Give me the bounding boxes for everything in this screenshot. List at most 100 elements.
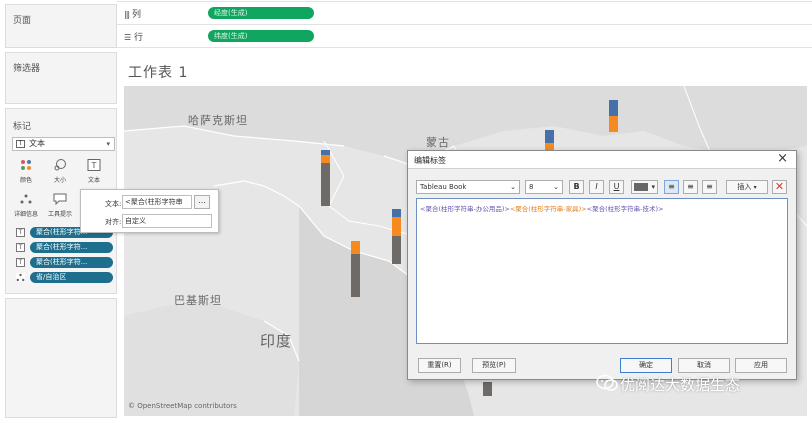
reset-button[interactable]: 重置(R) [418,358,461,373]
insert-label: 插入 [737,183,752,191]
wechat-icon [596,374,618,392]
bar-segment-furniture [609,116,618,132]
mark-pill-row[interactable]: T 聚合(柱形字符... [16,257,116,268]
chevron-down-icon: ▾ [753,184,757,191]
chevron-down-icon: ▾ [651,183,655,191]
detail-label: 详细信息 [13,211,38,218]
text-field-input[interactable]: <聚合(柱形字符串 [122,195,192,209]
sheet-title: 工作表 1 [128,65,189,81]
bar-segment-furniture [321,155,330,163]
bar-segment-office [351,254,360,297]
columns-shelf-label: ||| 列 [124,10,141,20]
underline-button[interactable]: U [609,180,624,194]
stacked-bar-xinjiang[interactable] [321,150,330,206]
mark-pill-row[interactable]: T 聚合(柱形字符... [16,242,116,253]
color-button[interactable]: 颜色 [12,159,40,189]
tooltip-label: 工具提示 [47,211,72,218]
ok-button[interactable]: 确定 [620,358,672,373]
map-label-pakistan: 巴基斯坦 [174,294,222,307]
tooltip-icon [52,193,68,207]
font-size-value: 8 [529,183,534,191]
rows-latitude-pill[interactable]: 纬度(生成) [208,30,314,42]
label-popup: 文本: <聚合(柱形字符串 ... 对齐: 自定义 [80,189,219,233]
align-center-button[interactable]: ≡ [683,180,698,194]
map-label-mongolia: 蒙古 [426,136,450,149]
dialog-title: 编辑标签 [414,156,446,165]
insert-button[interactable]: 插入 ▾ [726,180,768,194]
dialog-titlebar: 编辑标签 × [408,151,796,169]
size-label: 大小 [53,177,66,184]
apply-button[interactable]: 应用 [735,358,787,373]
measure-pill[interactable]: 聚合(柱形字符... [30,257,113,268]
label-text-editor[interactable]: <聚合(柱形字符串-办公用品)><聚合(柱形字符串-家具)><聚合(柱形字符串-… [416,198,788,344]
cancel-button[interactable]: 取消 [678,358,730,373]
edit-label-dialog: 编辑标签 × Tableau Book ⌄ 8 ⌄ B I U ▾ ≡ ≡ ≡ … [407,150,797,380]
bar-segment-tech [392,209,401,217]
rows-icon: ☰ [124,33,132,42]
align-left-icon: ≡ [668,182,675,191]
field-token-office: <聚合(柱形字符串-办公用品)> [420,205,510,213]
mark-type-select[interactable]: T 文本 ▾ [12,137,115,151]
detail-button[interactable]: 详细信息 [12,193,40,223]
tooltip-button[interactable]: 工具提示 [46,193,74,223]
italic-button[interactable]: I [589,180,604,194]
text-icon: T [16,228,25,237]
shelf-divider [117,24,812,25]
filters-title: 筛选器 [13,64,41,74]
detail-icon [16,273,25,282]
sidebar-empty-area [5,298,117,418]
bar-segment-tech [545,130,554,143]
map-attribution: © OpenStreetMap contributors [128,402,237,410]
bar-segment-office [483,382,492,396]
field-token-furniture: <聚合(柱形字符串-家具)> [509,205,587,213]
stacked-bar-qinghai[interactable] [392,209,401,264]
stacked-bar-partial[interactable] [483,382,492,396]
pages-panel: 页面 [5,4,117,48]
color-label: 颜色 [19,177,32,184]
chevron-down-icon: ⌄ [510,183,516,191]
font-color-picker[interactable]: ▾ [631,180,658,194]
preview-button[interactable]: 预览(P) [472,358,516,373]
dimension-pill[interactable]: 省/自治区 [30,272,113,283]
text-button[interactable]: T 文本 [80,159,108,189]
align-right-button[interactable]: ≡ [702,180,717,194]
bar-segment-furniture [351,241,360,254]
marks-title: 标记 [13,122,32,132]
stacked-bar-inner-mongolia-1[interactable] [545,130,554,152]
watermark-text: 优阅达大数据生态 [620,376,741,394]
rows-shelf-label: ☰ 行 [124,33,144,43]
svg-text:T: T [91,161,97,170]
text-icon: T [16,243,25,252]
field-token-tech: <聚合(柱形字符串-技术)> [586,205,664,213]
align-field-label: 对齐: [105,218,122,226]
bar-segment-office [392,236,401,264]
mark-pill-row[interactable]: 省/自治区 [16,272,116,283]
clear-icon[interactable]: ✕ [772,180,787,194]
size-button[interactable]: 大小 [46,159,74,189]
shelf-divider [117,1,812,2]
align-select[interactable]: 自定义 [122,214,212,228]
align-center-icon: ≡ [687,182,694,191]
font-size-select[interactable]: 8 ⌄ [525,180,563,194]
measure-pill[interactable]: 聚合(柱形字符... [30,242,113,253]
mark-type-value: 文本 [29,139,45,148]
map-label-kazakhstan: 哈萨克斯坦 [188,114,248,127]
columns-longitude-pill[interactable]: 经度(生成) [208,7,314,19]
close-icon[interactable]: × [777,151,788,167]
font-family-select[interactable]: Tableau Book ⌄ [416,180,520,194]
align-left-button[interactable]: ≡ [664,180,679,194]
bold-button[interactable]: B [569,180,584,194]
detail-icon [18,193,34,207]
text-label: 文本 [87,177,100,184]
stacked-bar-tibet[interactable] [351,241,360,297]
shelf-divider [117,47,812,48]
font-family-value: Tableau Book [420,183,467,191]
stacked-bar-inner-mongolia-2[interactable] [609,100,618,132]
text-field-label: 文本: [105,200,122,208]
text-icon: T [86,159,102,173]
filters-panel[interactable]: 筛选器 [5,52,117,104]
bar-segment-furniture [392,217,401,236]
more-button[interactable]: ... [194,195,210,209]
color-dots-icon [18,159,34,173]
text-icon: T [16,140,25,148]
